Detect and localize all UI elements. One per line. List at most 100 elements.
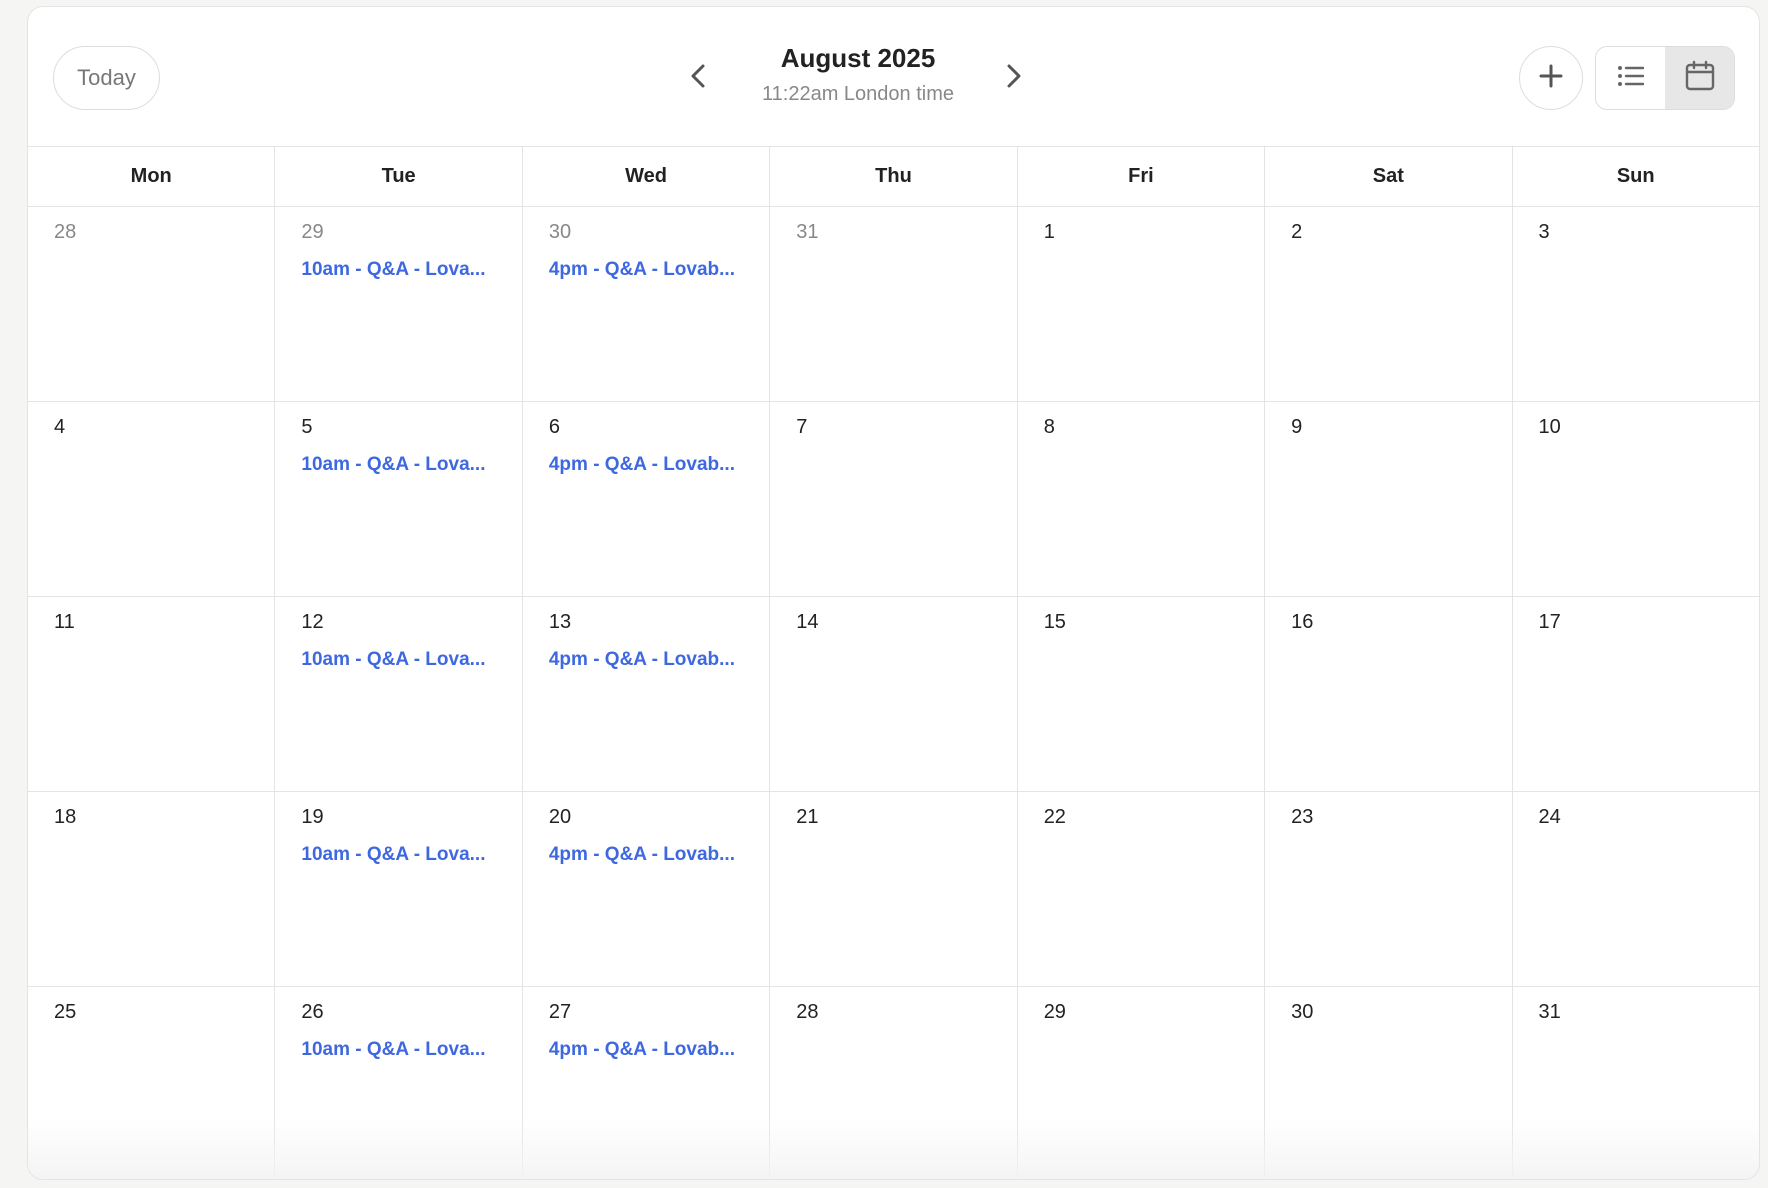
day-number: 10 — [1538, 416, 1561, 438]
calendar-view-button[interactable] — [1665, 47, 1734, 109]
day-cell[interactable]: 9 — [1265, 402, 1513, 596]
day-number: 30 — [548, 221, 572, 243]
day-cell[interactable]: 28 — [770, 987, 1018, 1179]
month-grid: 28 29 10am - Q&A - Lova... 30 4pm - Q&A - Lo… — [28, 207, 1759, 1179]
day-cell[interactable]: 5 10am - Q&A - Lova... — [275, 402, 523, 596]
day-number: 19 — [301, 806, 324, 828]
weekday-header: Tue — [275, 147, 523, 206]
list-view-button[interactable] — [1596, 47, 1665, 109]
day-number: 22 — [1043, 806, 1066, 828]
day-cell[interactable]: 21 — [770, 792, 1018, 986]
day-number: 18 — [54, 806, 77, 828]
day-number: 21 — [796, 806, 819, 828]
day-cell[interactable]: 28 — [28, 207, 276, 401]
day-number: 30 — [1291, 1001, 1314, 1023]
day-number: 11 — [54, 611, 75, 633]
day-cell[interactable]: 22 — [1018, 792, 1266, 986]
day-number: 6 — [548, 416, 560, 438]
event-link[interactable]: 10am - Q&A - Lova... — [301, 648, 496, 672]
event-link[interactable]: 4pm - Q&A - Lovab... — [549, 648, 744, 672]
day-cell[interactable]: 30 4pm - Q&A - Lovab... — [523, 207, 771, 401]
day-cell[interactable]: 31 — [1513, 987, 1759, 1179]
weekday-header: Wed — [523, 147, 771, 206]
day-number: 2 — [1291, 221, 1303, 243]
day-cell[interactable]: 6 4pm - Q&A - Lovab... — [523, 402, 771, 596]
list-icon — [1616, 63, 1646, 94]
day-cell[interactable]: 3 — [1513, 207, 1759, 401]
day-cell[interactable]: 27 4pm - Q&A - Lovab... — [523, 987, 771, 1179]
day-cell[interactable]: 14 — [770, 597, 1018, 791]
day-number: 7 — [796, 416, 808, 438]
event-link[interactable]: 10am - Q&A - Lova... — [301, 1038, 496, 1062]
day-number: 25 — [54, 1001, 77, 1023]
day-number: 13 — [548, 611, 572, 633]
day-cell[interactable]: 11 — [28, 597, 276, 791]
day-number: 31 — [796, 221, 819, 243]
plus-icon — [1537, 62, 1565, 95]
week-row: 11 12 10am - Q&A - Lova... 13 4pm - Q&A - Lo… — [28, 597, 1759, 792]
day-number: 1 — [1043, 221, 1055, 243]
month-title: August 2025 — [780, 43, 936, 73]
today-button[interactable]: Today — [53, 46, 160, 110]
week-row: 4 5 10am - Q&A - Lova... 6 4pm - Q&A - Lovab… — [28, 402, 1759, 597]
day-cell[interactable]: 7 — [770, 402, 1018, 596]
day-cell[interactable]: 12 10am - Q&A - Lova... — [275, 597, 523, 791]
event-link[interactable]: 10am - Q&A - Lova... — [301, 258, 496, 282]
day-number: 9 — [1291, 416, 1303, 438]
day-cell[interactable]: 15 — [1018, 597, 1266, 791]
calendar-header: Today August 2025 11:22am London time — [28, 7, 1759, 147]
calendar-card: Today August 2025 11:22am London time Mo… — [27, 6, 1760, 1180]
day-cell[interactable]: 17 — [1513, 597, 1759, 791]
day-cell[interactable]: 24 — [1513, 792, 1759, 986]
day-number: 16 — [1291, 611, 1314, 633]
day-cell[interactable]: 30 — [1265, 987, 1513, 1179]
event-link[interactable]: 4pm - Q&A - Lovab... — [549, 843, 744, 867]
month-title-block: August 2025 11:22am London time — [728, 41, 988, 107]
day-number: 15 — [1043, 611, 1066, 633]
day-cell[interactable]: 8 — [1018, 402, 1266, 596]
day-cell[interactable]: 2 — [1265, 207, 1513, 401]
day-number: 27 — [548, 1001, 572, 1023]
previous-month-button[interactable] — [682, 62, 714, 94]
day-number: 23 — [1291, 806, 1314, 828]
day-number: 8 — [1043, 416, 1055, 438]
day-number: 26 — [301, 1001, 324, 1023]
day-cell[interactable]: 10 — [1513, 402, 1759, 596]
day-cell[interactable]: 1 — [1018, 207, 1266, 401]
day-cell[interactable]: 29 10am - Q&A - Lova... — [275, 207, 523, 401]
day-number: 17 — [1538, 611, 1561, 633]
event-link[interactable]: 10am - Q&A - Lova... — [301, 453, 496, 477]
chevron-right-icon — [1006, 63, 1022, 94]
event-link[interactable]: 4pm - Q&A - Lovab... — [549, 258, 744, 282]
day-cell[interactable]: 26 10am - Q&A - Lova... — [275, 987, 523, 1179]
calendar-icon — [1685, 60, 1715, 97]
day-number: 12 — [301, 611, 324, 633]
day-number: 20 — [548, 806, 572, 828]
week-row: 18 19 10am - Q&A - Lova... 20 4pm - Q&A - Lo… — [28, 792, 1759, 987]
day-cell[interactable]: 13 4pm - Q&A - Lovab... — [523, 597, 771, 791]
day-number: 29 — [1043, 1001, 1066, 1023]
day-cell[interactable]: 23 — [1265, 792, 1513, 986]
day-cell[interactable]: 20 4pm - Q&A - Lovab... — [523, 792, 771, 986]
day-cell[interactable]: 19 10am - Q&A - Lova... — [275, 792, 523, 986]
day-number: 24 — [1538, 806, 1561, 828]
event-link[interactable]: 4pm - Q&A - Lovab... — [549, 1038, 744, 1062]
day-cell[interactable]: 29 — [1018, 987, 1266, 1179]
day-cell[interactable]: 25 — [28, 987, 276, 1179]
day-cell[interactable]: 31 — [770, 207, 1018, 401]
event-link[interactable]: 10am - Q&A - Lova... — [301, 843, 496, 867]
next-month-button[interactable] — [998, 62, 1030, 94]
day-number: 3 — [1538, 221, 1550, 243]
local-time-label: 11:22am London time — [762, 83, 954, 105]
day-number: 28 — [796, 1001, 819, 1023]
day-number: 29 — [301, 221, 324, 243]
day-cell[interactable]: 4 — [28, 402, 276, 596]
day-cell[interactable]: 18 — [28, 792, 276, 986]
add-event-button[interactable] — [1519, 46, 1583, 110]
weekday-header: Fri — [1018, 147, 1266, 206]
event-link[interactable]: 4pm - Q&A - Lovab... — [549, 453, 744, 477]
day-cell[interactable]: 16 — [1265, 597, 1513, 791]
day-number: 31 — [1538, 1001, 1561, 1023]
view-toggle — [1595, 46, 1735, 110]
weekday-header: Thu — [770, 147, 1018, 206]
